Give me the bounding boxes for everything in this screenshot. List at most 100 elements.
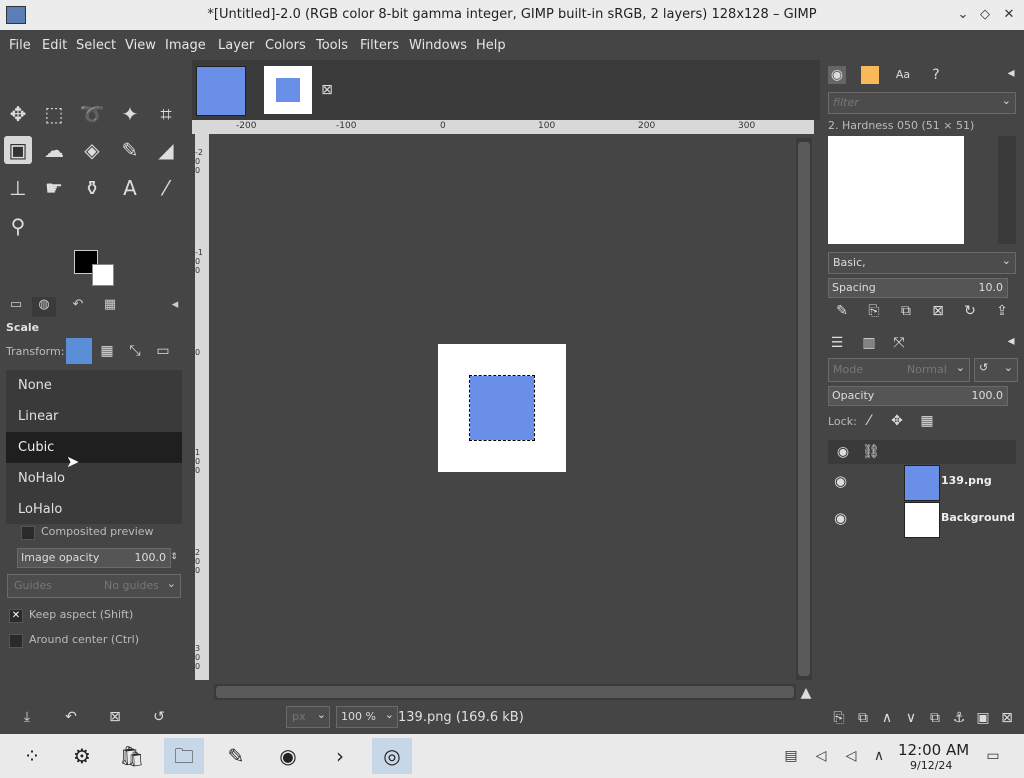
new-brush-icon[interactable]: ⎘ — [865, 302, 883, 320]
transform-path-icon[interactable]: ⤡ — [126, 342, 144, 360]
transform-image-icon[interactable]: ▭ — [154, 342, 172, 360]
delete-options-icon[interactable]: ⊠ — [106, 708, 124, 726]
move-tool-icon[interactable]: ✥ — [4, 100, 32, 128]
fonts-tab-icon[interactable]: Aa — [894, 66, 912, 84]
eraser-tool-icon[interactable]: ◢ — [152, 136, 180, 164]
firefox-icon[interactable]: ◉ — [268, 738, 308, 774]
images-tab-icon[interactable]: ▦ — [98, 297, 122, 317]
rect-select-tool-icon[interactable]: ⬚ — [40, 100, 68, 128]
background-color-swatch[interactable] — [92, 264, 114, 286]
color-picker-tool-icon[interactable]: ⁄ — [152, 174, 180, 202]
transform-layer-button[interactable] — [66, 338, 92, 364]
close-tab-icon[interactable]: ⊠ — [318, 81, 336, 99]
active-layer-image[interactable] — [469, 375, 535, 441]
bucket-fill-tool-icon[interactable]: ◈ — [78, 136, 106, 164]
composited-preview-checkbox[interactable] — [21, 526, 35, 540]
dock-menu-icon[interactable]: ◂ — [168, 297, 182, 317]
lasso-tool-icon[interactable]: ➰ — [78, 100, 106, 128]
lock-position-icon[interactable]: ✥ — [888, 412, 906, 430]
show-desktop-icon[interactable]: ▭ — [984, 747, 1002, 765]
maximize-button[interactable]: ◇ — [976, 6, 994, 24]
open-brush-icon[interactable]: ⇪ — [993, 302, 1011, 320]
menu-edit[interactable]: Edit — [42, 38, 67, 53]
refresh-brushes-icon[interactable]: ↻ — [961, 302, 979, 320]
spin-arrows-icon[interactable]: ⇕ — [168, 548, 180, 566]
tray-expand-icon[interactable]: ∧ — [870, 747, 888, 765]
image-tab-2[interactable] — [264, 66, 312, 114]
crop-tool-icon[interactable]: ⌗ — [152, 100, 180, 128]
raise-layer-icon[interactable]: ∧ — [878, 709, 896, 727]
horizontal-scrollbar-thumb[interactable] — [216, 686, 794, 698]
lower-layer-icon[interactable]: ∨ — [902, 709, 920, 727]
scale-tool-icon[interactable]: ▣ — [4, 136, 32, 164]
channels-tab-icon[interactable]: ▥ — [860, 334, 878, 352]
interpolation-option-cubic[interactable]: Cubic — [6, 432, 182, 463]
interpolation-option-nohalo[interactable]: NoHalo — [6, 463, 182, 494]
reset-options-icon[interactable]: ↺ — [150, 708, 168, 726]
undo-history-tab-icon[interactable]: ↶ — [66, 297, 90, 317]
restore-options-icon[interactable]: ↶ — [62, 708, 80, 726]
dock-menu-icon[interactable]: ◂ — [1004, 332, 1018, 350]
brush-grid-scrollbar[interactable] — [998, 136, 1016, 244]
guides-select[interactable]: Guides No guides ⌄ — [7, 574, 181, 598]
duplicate-brush-icon[interactable]: ⧉ — [897, 302, 915, 320]
dock-menu-icon[interactable]: ◂ — [1004, 64, 1018, 82]
app-launcher-icon[interactable]: ⁘ — [12, 738, 52, 774]
unit-select[interactable]: px ⌄ — [286, 706, 330, 728]
clone-tool-icon[interactable]: ⊥ — [4, 174, 32, 202]
clipboard-icon[interactable]: ▤ — [782, 747, 800, 765]
layer-row[interactable]: ◉ Background — [828, 501, 1016, 538]
krita-icon[interactable]: ✎ — [216, 738, 256, 774]
brush-grid[interactable] — [828, 136, 964, 244]
tool-options-tab-icon[interactable]: ▭ — [4, 297, 28, 317]
menu-colors[interactable]: Colors — [265, 38, 306, 53]
horizontal-scrollbar[interactable] — [214, 684, 796, 700]
image-opacity-field[interactable]: Image opacity 100.0 — [17, 548, 171, 568]
warp-tool-icon[interactable]: ☁ — [40, 136, 68, 164]
layer-row[interactable]: ◉ 139.png — [828, 464, 1016, 501]
save-options-icon[interactable]: ⤓ — [18, 708, 36, 726]
vertical-scrollbar-thumb[interactable] — [798, 142, 810, 676]
gimp-taskbar-icon[interactable]: ◎ — [372, 738, 412, 774]
layer-composite-select[interactable]: ↺ ⌄ — [974, 358, 1018, 382]
menu-layer[interactable]: Layer — [218, 38, 254, 53]
transform-selection-icon[interactable]: ▦ — [98, 342, 116, 360]
new-layer-icon[interactable]: ⎘ — [830, 709, 848, 727]
menu-image[interactable]: Image — [165, 38, 206, 53]
delete-brush-icon[interactable]: ⊠ — [929, 302, 947, 320]
menu-select[interactable]: Select — [76, 38, 116, 53]
interpolation-option-linear[interactable]: Linear — [6, 401, 182, 432]
navigate-icon[interactable]: ▲ — [797, 684, 815, 702]
zoom-tool-icon[interactable]: ⚲ — [4, 212, 32, 240]
zoom-select[interactable]: 100 % ⌄ — [336, 706, 398, 728]
smudge-tool-icon[interactable]: ☛ — [40, 174, 68, 202]
keep-aspect-checkbox[interactable]: ✕ — [9, 609, 23, 623]
new-layer-group-icon[interactable]: ⧉ — [854, 709, 872, 727]
help-tab-icon[interactable]: ? — [927, 66, 945, 84]
eye-icon[interactable]: ◉ — [834, 472, 847, 490]
clock-date[interactable]: 9/12/24 — [910, 759, 952, 772]
spacing-field[interactable]: Spacing 10.0 — [828, 278, 1008, 298]
menu-tools[interactable]: Tools — [316, 38, 348, 53]
edit-brush-icon[interactable]: ✎ — [833, 302, 851, 320]
close-button[interactable]: ✕ — [1000, 6, 1018, 24]
paths-tool-icon[interactable]: ⚱ — [78, 174, 106, 202]
lock-alpha-icon[interactable]: ▦ — [918, 412, 936, 430]
volume-icon[interactable]: ◁ — [842, 747, 860, 765]
paintbrush-tool-icon[interactable]: ✎ — [116, 136, 144, 164]
layers-tab-icon[interactable]: ☰ — [828, 334, 846, 352]
brushes-tab-icon[interactable]: ◉ — [828, 66, 846, 84]
eye-icon[interactable]: ◉ — [834, 509, 847, 527]
delete-layer-icon[interactable]: ⊠ — [998, 709, 1016, 727]
system-settings-icon[interactable]: ⚙ — [62, 738, 102, 774]
file-manager-icon[interactable]: 🗀 — [164, 738, 204, 774]
fuzzy-select-tool-icon[interactable]: ✦ — [116, 100, 144, 128]
brush-filter-input[interactable]: filter ⌄ — [828, 92, 1016, 114]
layer-opacity-field[interactable]: Opacity 100.0 — [828, 386, 1008, 406]
minimize-button[interactable]: ⌄ — [954, 6, 972, 24]
clock-time[interactable]: 12:00 AM — [898, 741, 969, 759]
text-tool-icon[interactable]: A — [116, 174, 144, 202]
duplicate-layer-icon[interactable]: ⧉ — [926, 709, 944, 727]
mask-layer-icon[interactable]: ▣ — [974, 709, 992, 727]
menu-file[interactable]: File — [9, 38, 31, 53]
